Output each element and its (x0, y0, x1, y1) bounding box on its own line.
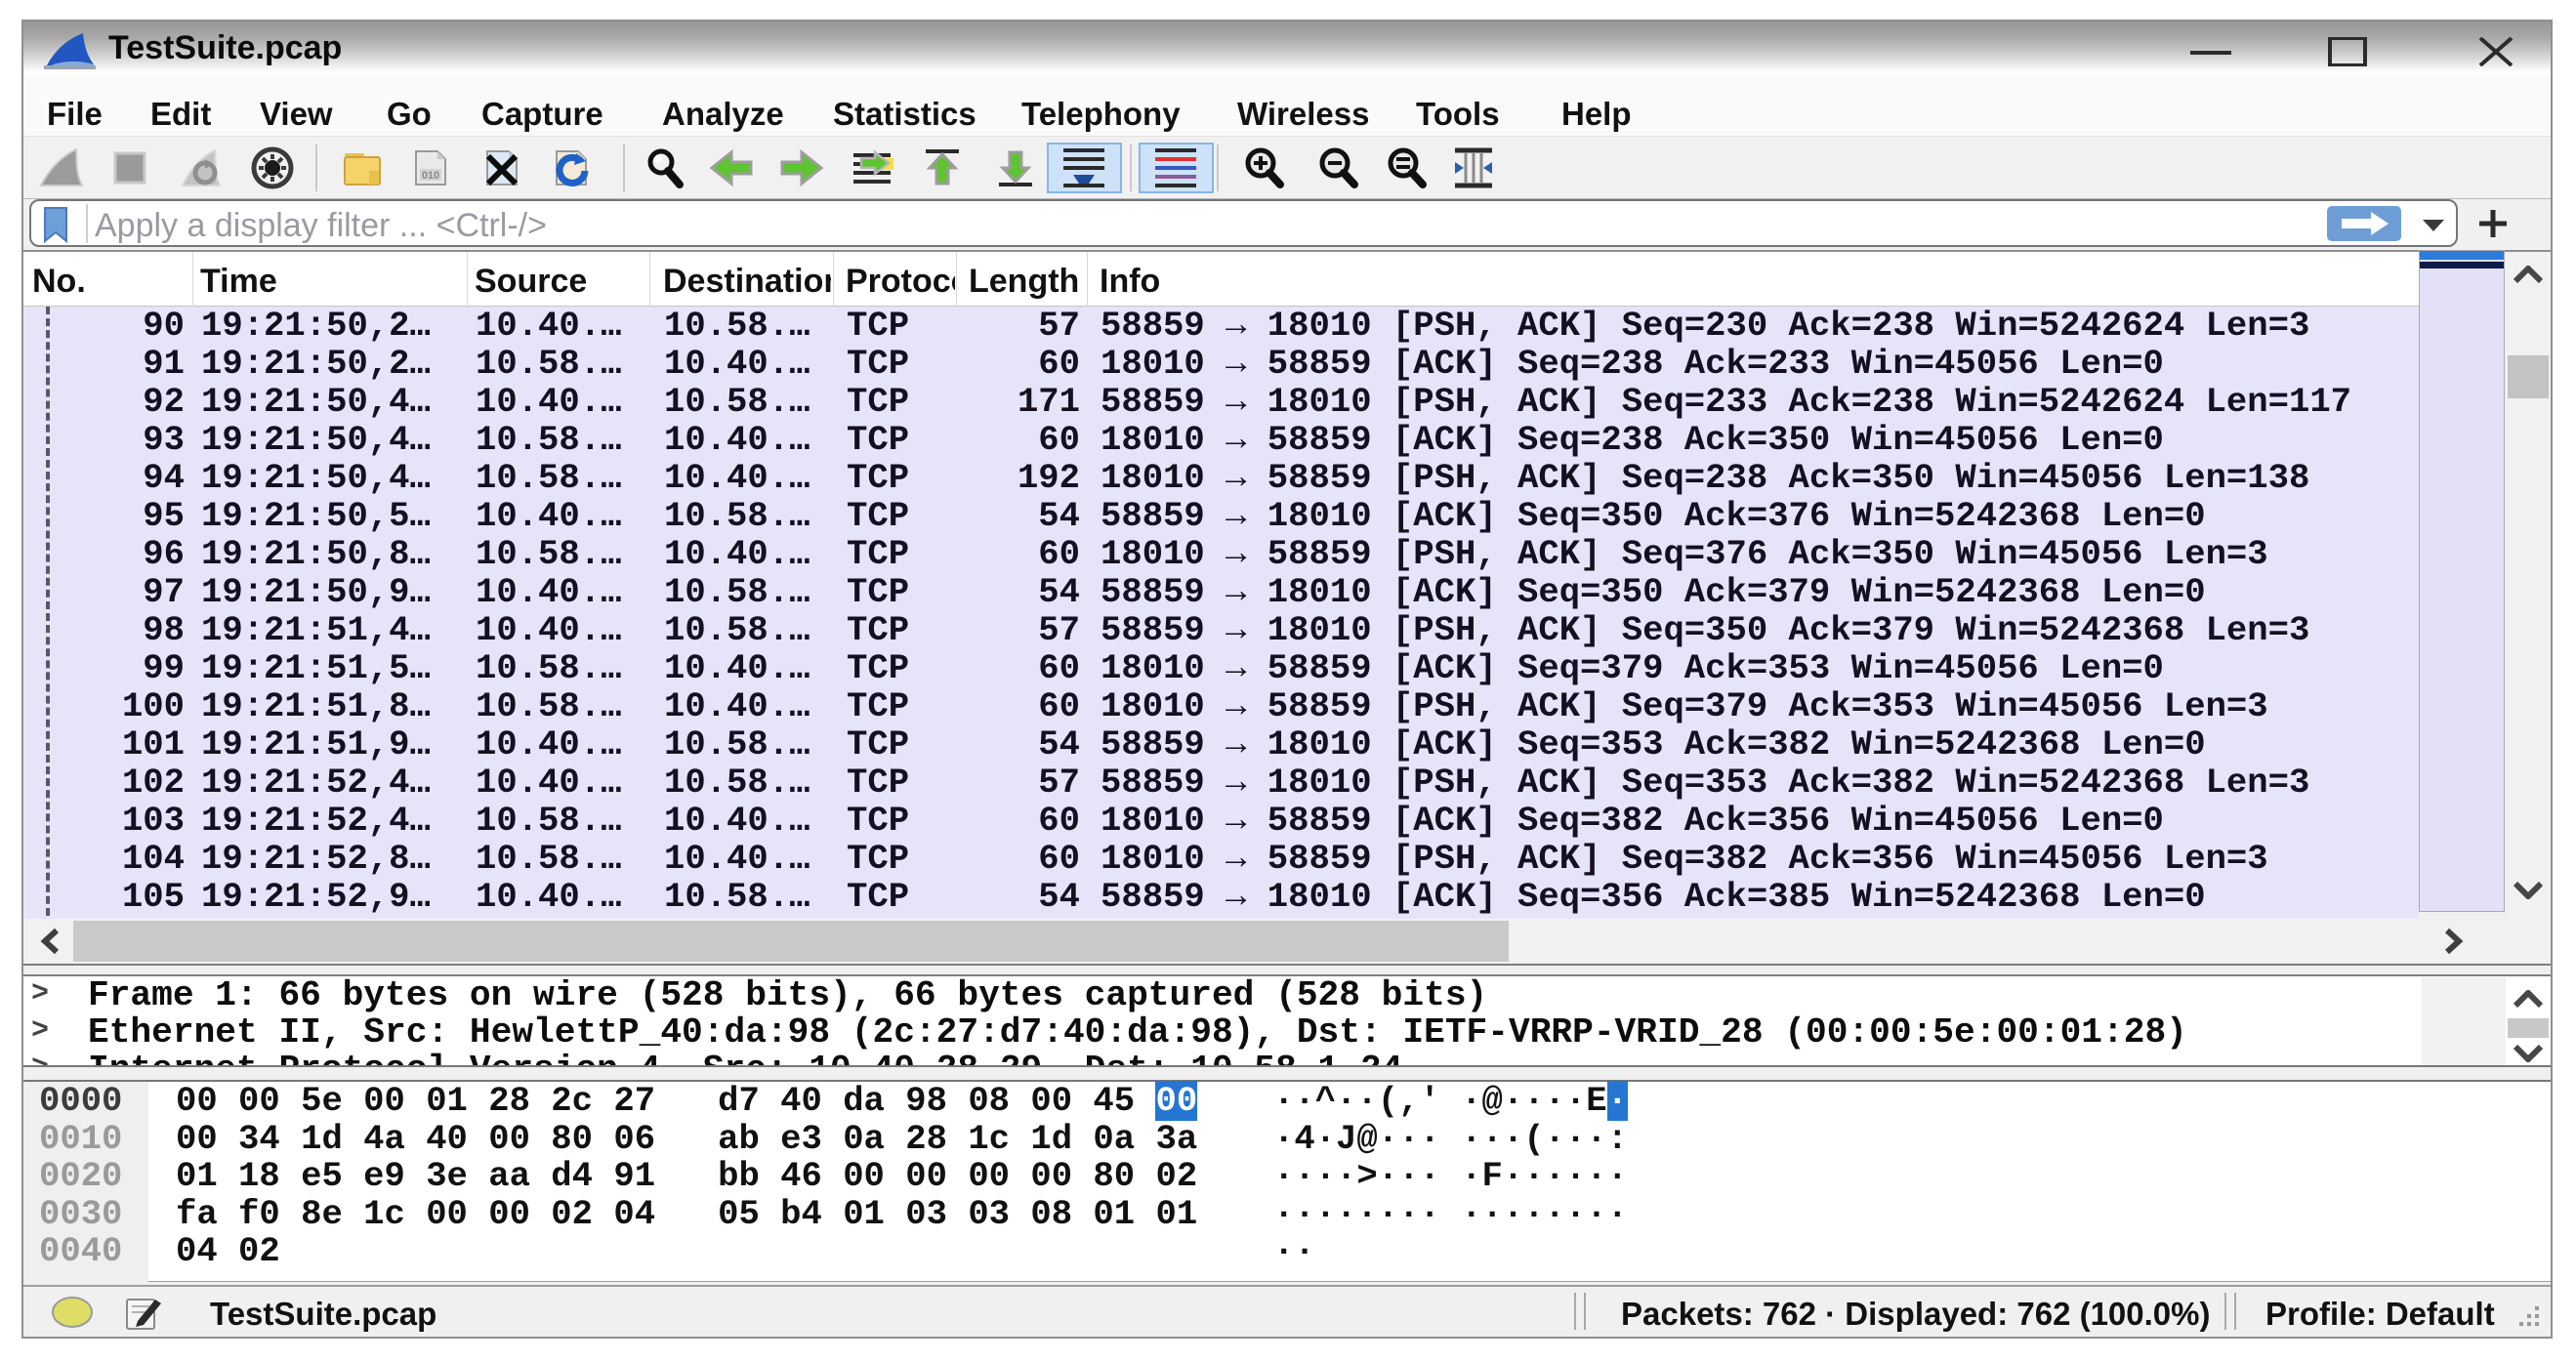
svg-text:010: 010 (422, 170, 439, 182)
